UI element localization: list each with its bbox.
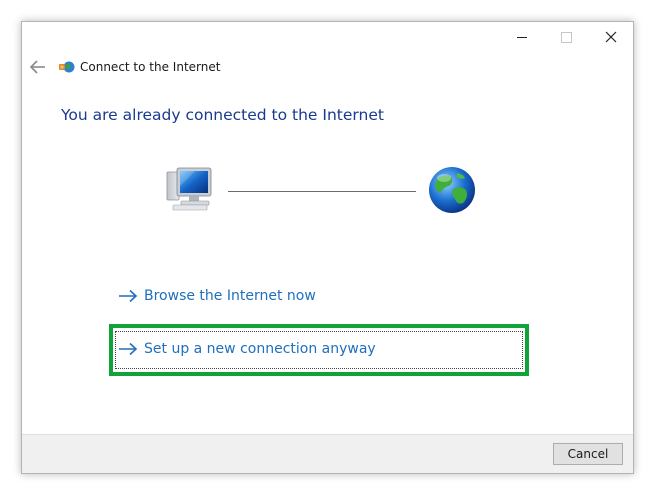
window-title: Connect to the Internet bbox=[80, 60, 221, 74]
cancel-button[interactable]: Cancel bbox=[553, 443, 623, 465]
maximize-button[interactable] bbox=[543, 22, 589, 52]
minimize-button[interactable] bbox=[499, 22, 545, 52]
close-button[interactable] bbox=[588, 22, 634, 52]
arrow-right-icon bbox=[119, 289, 138, 303]
arrow-right-icon bbox=[119, 342, 138, 356]
setup-new-connection-label: Set up a new connection anyway bbox=[144, 341, 376, 357]
page-heading: You are already connected to the Interne… bbox=[61, 106, 384, 124]
network-connection-icon bbox=[59, 61, 75, 73]
maximize-icon bbox=[560, 31, 572, 43]
close-icon bbox=[605, 31, 617, 43]
globe-icon bbox=[429, 167, 475, 213]
connect-to-internet-dialog: Connect to the Internet You are already … bbox=[21, 21, 634, 474]
dialog-footer: Cancel bbox=[22, 434, 633, 473]
setup-new-connection-link[interactable]: Set up a new connection anyway bbox=[118, 341, 376, 357]
browse-internet-label: Browse the Internet now bbox=[144, 288, 316, 304]
connection-line bbox=[228, 191, 416, 192]
computer-icon bbox=[166, 167, 212, 211]
minimize-icon bbox=[517, 36, 527, 38]
back-arrow-icon[interactable] bbox=[29, 58, 47, 76]
browse-internet-link[interactable]: Browse the Internet now bbox=[118, 288, 316, 304]
